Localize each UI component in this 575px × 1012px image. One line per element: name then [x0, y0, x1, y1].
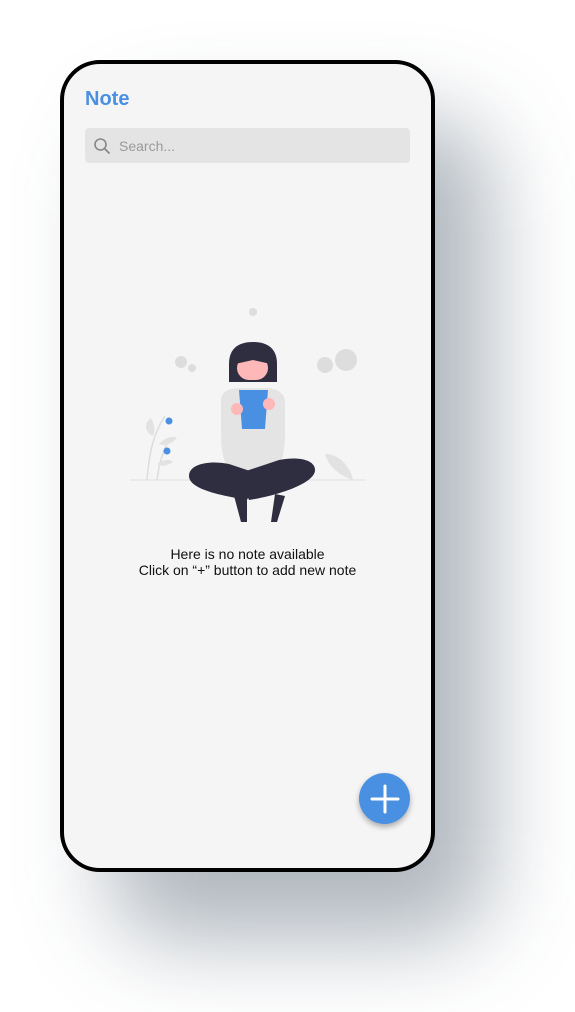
phone-frame: Note Search... Here is no note available…	[60, 60, 435, 872]
app-title: Note	[85, 88, 130, 110]
stage: Note Search... Here is no note available…	[0, 0, 575, 1012]
plus-icon	[370, 784, 399, 813]
empty-state-line-1: Here is no note available	[170, 546, 325, 562]
person-reading-illustration	[130, 308, 365, 522]
empty-state-message: Here is no note available Click on “+” b…	[64, 546, 431, 578]
add-note-button[interactable]	[359, 773, 410, 824]
search-bar[interactable]	[85, 128, 410, 163]
empty-state-line-2: Click on “+” button to add new note	[138, 562, 357, 578]
search-input[interactable]	[119, 128, 404, 163]
search-icon	[94, 138, 110, 154]
